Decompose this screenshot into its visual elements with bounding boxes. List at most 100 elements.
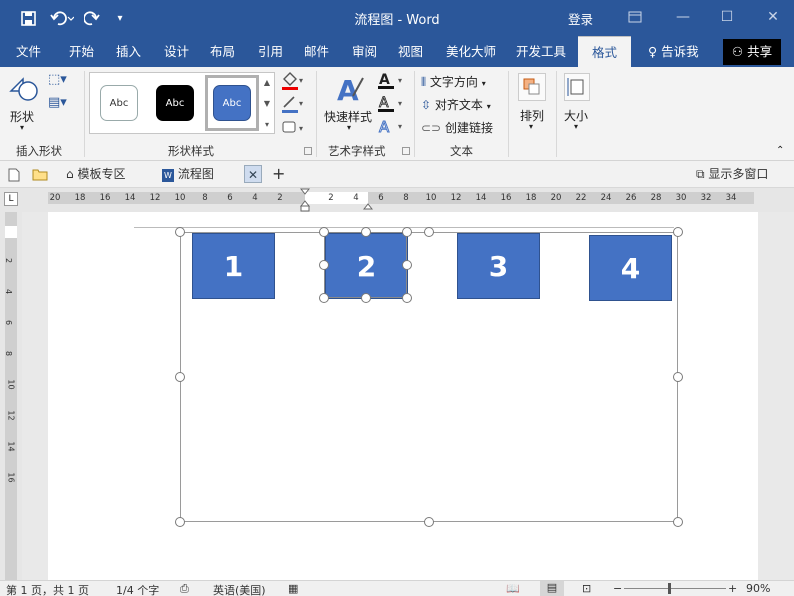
tab-selector-icon[interactable]: L [4,192,18,206]
text-outline-icon[interactable]: A ▾ [377,94,407,118]
chevron-down-icon[interactable]: ▾ [20,123,24,132]
text-fill-icon[interactable]: A ▾ [377,71,407,95]
style-black[interactable]: Abc [156,85,194,121]
fill-bucket-icon[interactable]: ▾ [281,71,305,95]
create-link-button[interactable]: ⊂⊃ 创建链接 [421,119,493,136]
zoom-out-icon[interactable]: − [613,582,622,595]
maximize-icon[interactable]: ☐ [716,6,738,28]
resize-handle[interactable] [673,227,683,237]
print-layout-icon[interactable]: ▤ [540,581,564,596]
text-direction-button[interactable]: ⫴ 文字方向 ▾ [421,73,486,90]
resize-handle[interactable] [402,227,412,237]
save-icon[interactable] [18,7,38,29]
resize-handle[interactable] [673,372,683,382]
tab-view[interactable]: 视图 [398,36,423,67]
shape-effects-icon[interactable]: ▾ [281,117,305,141]
document-page[interactable]: 1 2 3 4 [48,212,758,580]
web-layout-icon[interactable]: ⊡ [582,582,591,595]
vertical-ruler[interactable]: 2 4 6 8 10 12 14 16 [0,212,22,580]
indent-marker-icon[interactable] [299,188,311,212]
ruler-number: 6 [378,193,384,203]
zoom-slider-thumb[interactable] [668,583,671,594]
resize-handle[interactable] [402,260,412,270]
resize-handle[interactable] [673,517,683,527]
flow-shape-1[interactable]: 1 [192,233,275,299]
horizontal-ruler[interactable]: L 20 18 16 14 12 10 8 6 4 2 2 4 6 8 10 12 14 16 18 20 22 24 26… [0,188,794,212]
tab-home[interactable]: 开始 [69,36,94,67]
tab-file[interactable]: 文件 [16,36,41,67]
word-count[interactable]: 1/4 个字 [116,582,159,596]
open-folder-icon[interactable] [32,161,48,187]
chevron-down-icon[interactable]: ▾ [347,123,351,132]
align-text-button[interactable]: ⇳ 对齐文本 ▾ [421,96,491,113]
tab-developer[interactable]: 开发工具 [516,36,566,67]
new-document-icon[interactable] [8,161,20,187]
minimize-icon[interactable]: — [672,6,694,28]
resize-handle[interactable] [424,517,434,527]
login-link[interactable]: 登录 [568,9,593,28]
resize-handle[interactable] [319,260,329,270]
redo-icon[interactable] [82,7,102,29]
resize-handle[interactable] [175,517,185,527]
resize-handle[interactable] [402,293,412,303]
chevron-down-icon[interactable]: ▾ [574,122,578,131]
tab-references[interactable]: 引用 [258,36,283,67]
arrange-icon[interactable] [518,73,546,101]
gallery-up-icon[interactable]: ▲ [260,73,274,92]
flow-shape-4[interactable]: 4 [589,235,672,301]
chevron-down-icon[interactable]: ▾ [529,122,533,131]
resize-handle[interactable] [361,293,371,303]
add-tab-icon[interactable]: + [272,161,285,187]
outline-pen-icon[interactable]: ▾ [281,94,305,118]
resize-handle[interactable] [319,293,329,303]
ruler-number: 24 [600,193,612,203]
tab-layout[interactable]: 布局 [210,36,235,67]
document-tab[interactable]: W 流程图 [162,161,214,187]
language[interactable]: 英语(美国) [213,582,266,596]
right-indent-marker-icon[interactable] [362,200,374,210]
tab-insert[interactable]: 插入 [116,36,141,67]
ruler-number: 2 [277,193,283,203]
tab-review[interactable]: 审阅 [352,36,377,67]
collapse-ribbon-icon[interactable]: ⌃ [776,145,784,156]
size-icon[interactable] [564,73,590,101]
page-count[interactable]: 第 1 页，共 1 页 [6,582,89,596]
resize-handle[interactable] [424,227,434,237]
tab-beautify[interactable]: 美化大师 [446,36,496,67]
wordart-a-icon[interactable]: A [333,72,367,107]
tab-mailings[interactable]: 邮件 [304,36,329,67]
resize-handle[interactable] [361,227,371,237]
text-box-icon[interactable]: ▤▾ [48,95,67,110]
share-button[interactable]: ⚇ 共享 [723,39,781,65]
proofing-icon[interactable]: ⎙ [180,582,189,596]
template-zone-tab[interactable]: ⌂ 模板专区 [66,161,125,187]
gallery-down-icon[interactable]: ▼ [260,94,274,113]
undo-icon[interactable] [48,7,76,29]
tab-format[interactable]: 格式 [578,36,632,67]
close-tab-icon[interactable]: ✕ [244,165,262,183]
multi-window-button[interactable]: ⧉ 显示多窗口 [696,161,768,187]
dialog-launcher-icon[interactable] [304,147,312,155]
edit-shape-icon[interactable]: ⬚▾ [48,72,67,87]
dialog-launcher-icon[interactable] [402,147,410,155]
tab-design[interactable]: 设计 [164,36,189,67]
ribbon-display-icon[interactable] [624,6,646,28]
zoom-in-icon[interactable]: + [728,582,737,595]
svg-text:▾: ▾ [299,124,303,133]
tell-me[interactable]: ♀ 告诉我 [648,36,699,67]
macro-icon[interactable]: ▦ [288,582,298,595]
zoom-level[interactable]: 90% [746,582,770,595]
close-icon[interactable]: ✕ [762,6,784,28]
read-mode-icon[interactable]: 📖 [506,582,520,595]
zoom-slider[interactable] [624,588,726,589]
style-outline[interactable]: Abc [100,85,138,121]
resize-handle[interactable] [175,372,185,382]
shapes-icon[interactable] [8,73,40,105]
style-blue[interactable]: Abc [213,85,251,121]
resize-handle[interactable] [175,227,185,237]
customize-icon[interactable]: ▾ [112,7,128,29]
text-effects-icon[interactable]: A ▾ [377,117,407,141]
flow-shape-3[interactable]: 3 [457,233,540,299]
resize-handle[interactable] [319,227,329,237]
gallery-more-icon[interactable]: ▾ [260,115,274,134]
